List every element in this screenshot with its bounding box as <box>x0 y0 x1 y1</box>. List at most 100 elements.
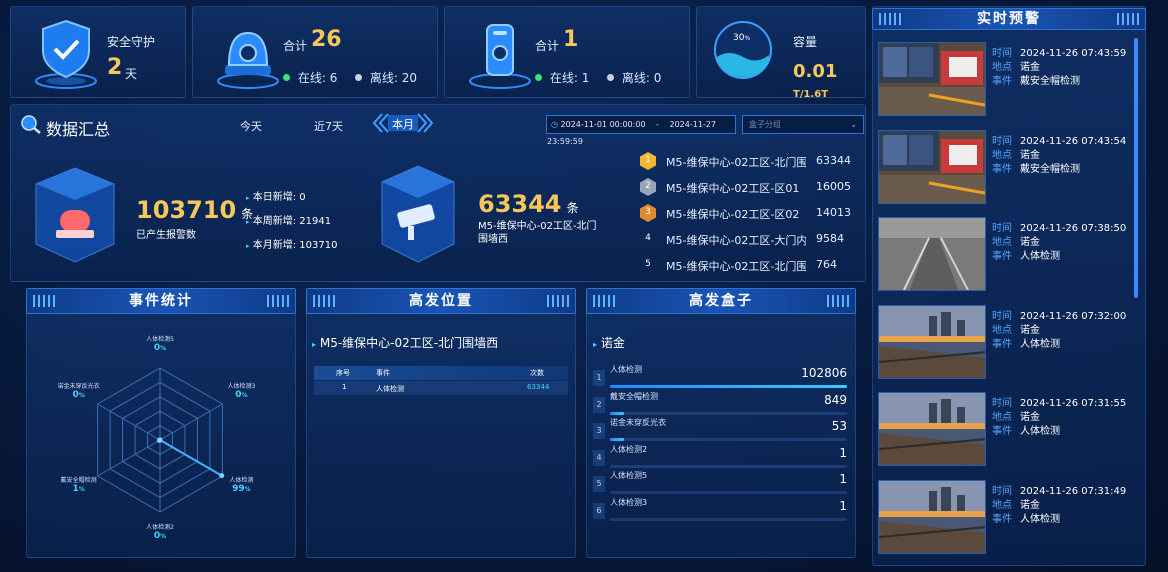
header-bars-right-icon <box>547 295 569 307</box>
alert-event-value: 戴安全帽检测 <box>1020 163 1080 175</box>
alert-item[interactable]: 时间 2024-11-26 07:38:50 地点 诺金 事件 人体检测 <box>878 217 1138 295</box>
box-rank-track <box>610 517 847 521</box>
alert-event-value: 人体检测 <box>1020 426 1060 437</box>
header-bars-left-icon <box>313 295 335 307</box>
box-rank-name: 人体检测 <box>610 365 642 374</box>
alarm-week: ▸ 本周新增: 21941 <box>246 216 332 227</box>
location-selected[interactable]: ▸ M5-维保中心-02工区-北门围墙西 <box>312 334 498 351</box>
alert-item[interactable]: 时间 2024-11-26 07:31:49 地点 诺金 事件 人体检测 <box>878 479 1138 558</box>
alert-event: 事件 人体检测 <box>992 247 1060 262</box>
box-rank-name: 人体检测3 <box>610 497 648 507</box>
box-rank-track <box>610 411 847 415</box>
radar-pct-unit: % <box>160 345 167 352</box>
alarm-total-label: 已产生报警数 <box>136 230 196 241</box>
rank-row[interactable]: 4 M5-维保中心-02工区-大门内 9584 <box>640 232 850 248</box>
header-bars-left-icon <box>879 13 901 25</box>
alert-time: 时间 2024-11-26 07:43:54 <box>992 132 1126 147</box>
alert-snapshot-image[interactable] <box>878 129 986 204</box>
box-rank-row[interactable]: 3 诺金未穿反光衣 53 <box>593 417 849 441</box>
alert-event-label: 事件 <box>992 338 1012 350</box>
security-unit: 天 <box>125 67 138 81</box>
rank-name: M5-维保中心-02工区-北门围... <box>666 156 806 169</box>
rank-row[interactable]: 3 M5-维保中心-02工区-区02 14013 <box>640 204 851 222</box>
radar-axis-name: 戴安全帽检测 <box>60 477 97 484</box>
box-rank-row[interactable]: 5 人体检测5 1 <box>593 470 849 494</box>
box-rank-value: 849 <box>824 392 847 407</box>
radar-axis-pct: 1% <box>44 484 114 494</box>
box-rank-fill <box>610 438 625 441</box>
online-dot-icon <box>283 74 290 81</box>
tab-last-7-days[interactable]: 近7天 <box>314 118 343 134</box>
radar-axis-name: 人体检测3 <box>227 383 256 390</box>
box-rank-row[interactable]: 4 人体检测2 1 <box>593 444 849 468</box>
box-rank-value: 1 <box>839 498 847 513</box>
box-rank-row[interactable]: 1 人体检测 102806 <box>593 364 849 388</box>
alert-event: 事件 戴安全帽检测 <box>992 160 1080 175</box>
tab-today[interactable]: 今天 <box>240 118 262 134</box>
boxes-offline-value: 0 <box>653 71 662 85</box>
cameras-online: 在线: 6 <box>283 69 337 86</box>
header-bars-left-icon <box>593 295 615 307</box>
rank-name: M5-维保中心-02工区-区02 <box>666 208 800 221</box>
shield-icon <box>35 19 97 89</box>
security-camera-cube-icon <box>381 165 455 263</box>
header-bars-right-icon <box>1117 13 1139 25</box>
rank-value: 764 <box>816 258 837 271</box>
medal-icon: 1 <box>640 152 656 170</box>
rank-row[interactable]: 5 M5-维保中心-02工区-北门围... 764 <box>640 258 850 274</box>
date-range-picker[interactable]: ◷ 2024-11-01 00:00:00 - 2024-11-27 23:59… <box>546 115 736 146</box>
radar-axis-name: 人体检测5 <box>146 336 174 343</box>
box-rank-value: 1 <box>839 445 847 460</box>
rank-row[interactable]: 1 M5-维保中心-02工区-北门围... 63344 <box>640 152 851 170</box>
box-selected[interactable]: ▸ 诺金 <box>593 334 625 351</box>
stat-card-cameras: 合计 26 在线: 6 离线: 20 <box>192 6 438 98</box>
location-table-header: 序号 事件 次数 <box>314 366 568 380</box>
alert-item[interactable]: 时间 2024-11-26 07:43:54 地点 诺金 事件 戴安全帽检测 <box>878 129 1138 208</box>
rank-number: 4 <box>645 233 651 243</box>
box-rank-name: 人体检测2 <box>610 444 648 454</box>
rank-name: M5-维保中心-02工区-区01 <box>666 182 800 195</box>
alert-event: 事件 人体检测 <box>992 422 1060 437</box>
boxes-offline-label: 离线: <box>621 71 650 85</box>
box-rank-track <box>610 464 847 468</box>
alert-event-label: 事件 <box>992 426 1012 437</box>
alert-snapshot-image[interactable] <box>878 392 986 466</box>
alert-event: 事件 人体检测 <box>992 335 1060 350</box>
box-rank-name: 人体检测5 <box>610 471 648 480</box>
capacity-label: 容量 <box>793 35 818 49</box>
box-rank-row[interactable]: 6 人体检测3 1 <box>593 497 849 521</box>
radar-axis-label: 人体检测3 0% <box>206 381 276 400</box>
alert-place: 地点 诺金 <box>992 58 1040 73</box>
alert-item[interactable]: 时间 2024-11-26 07:43:59 地点 诺金 事件 戴安全帽检测 <box>878 42 1138 120</box>
alert-snapshot-image[interactable] <box>878 304 986 379</box>
location-table-row[interactable]: 1 人体检测 63344 <box>314 381 568 395</box>
cameras-offline-label: 离线: <box>369 71 398 85</box>
rank-row[interactable]: 2 M5-维保中心-02工区-区01 16005 <box>640 178 851 196</box>
alert-snapshot-image[interactable] <box>878 217 986 291</box>
alert-item[interactable]: 时间 2024-11-26 07:32:00 地点 诺金 事件 人体检测 <box>878 304 1138 383</box>
box-rank-row[interactable]: 2 戴安全帽检测 849 <box>593 391 849 415</box>
alert-snapshot-image[interactable] <box>878 42 986 116</box>
alert-time: 时间 2024-11-26 07:43:59 <box>992 44 1126 59</box>
alerts-header: 实时预警 <box>872 8 1146 30</box>
alert-event-label: 事件 <box>992 251 1012 262</box>
radar-pct-unit: % <box>160 533 167 540</box>
boxes-online: 在线: 1 <box>535 69 589 86</box>
boxes-online-value: 1 <box>581 71 590 85</box>
rank-number: 5 <box>645 259 651 269</box>
header-bars-right-icon <box>267 295 289 307</box>
chevron-down-icon: ⌄ <box>850 120 857 129</box>
cameras-total: 26 <box>311 27 342 52</box>
box-group-select[interactable]: 盒子分组 ⌄ <box>742 115 864 134</box>
alert-place: 地点 诺金 <box>992 496 1040 511</box>
stat-card-boxes: 合计 1 在线: 1 离线: 0 <box>444 6 690 98</box>
alert-item[interactable]: 时间 2024-11-26 07:31:55 地点 诺金 事件 人体检测 <box>878 392 1138 470</box>
alert-event-value: 戴安全帽检测 <box>1020 76 1080 87</box>
tab-this-month[interactable]: 本月 <box>372 112 434 134</box>
event-stats-header: 事件统计 <box>26 288 296 314</box>
radar-point <box>157 437 163 443</box>
alert-time: 时间 2024-11-26 07:38:50 <box>992 219 1126 234</box>
radar-pct-unit: % <box>78 392 85 399</box>
cameras-offline-value: 20 <box>401 71 417 85</box>
alert-snapshot-image[interactable] <box>878 479 986 554</box>
